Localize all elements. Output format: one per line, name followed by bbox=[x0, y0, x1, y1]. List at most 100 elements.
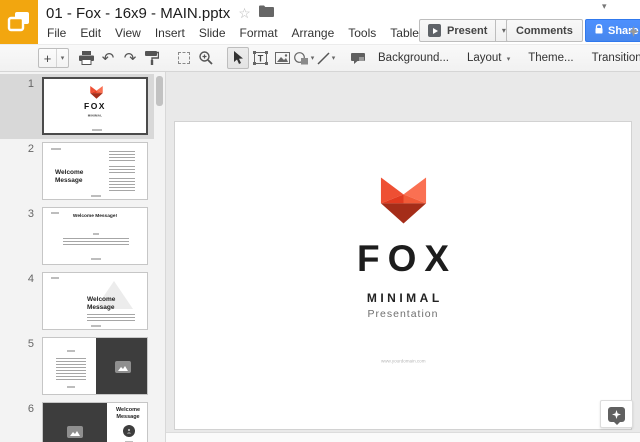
slide-row-1[interactable]: 1 FOX MINIMAL bbox=[0, 74, 154, 139]
thumb-footer-line bbox=[91, 258, 101, 260]
slide-thumbnail-3[interactable]: Welcome Message! bbox=[42, 207, 148, 265]
slide-editor[interactable]: FOX MINIMAL Presentation www.yourdomain.… bbox=[174, 121, 632, 430]
lock-icon bbox=[595, 24, 603, 37]
thumb4-heading: Welcome Message bbox=[87, 296, 125, 312]
present-button-group: Present ▾ bbox=[419, 19, 512, 42]
slides-logo-icon[interactable] bbox=[0, 0, 38, 44]
zoom-icon[interactable] bbox=[195, 47, 217, 69]
layout-button[interactable]: Layout ▾ bbox=[458, 52, 519, 64]
filmstrip-scrollbar[interactable] bbox=[156, 76, 163, 106]
slide-number: 1 bbox=[0, 77, 34, 90]
new-slide-button-group: + ▾ bbox=[38, 48, 69, 68]
slide-footer-text[interactable]: www.yourdomain.com bbox=[381, 359, 426, 364]
background-button[interactable]: Background... bbox=[369, 52, 458, 64]
window-chevron-icon[interactable]: ▾ bbox=[602, 1, 607, 12]
canvas-bottom-strip bbox=[166, 432, 640, 442]
thumb-paragraph bbox=[109, 166, 135, 175]
slide-thumbnail-4[interactable]: Welcome Message bbox=[42, 272, 148, 330]
google-slides-app: 01 - Fox - 16x9 - MAIN.pptx ☆ File Edit … bbox=[0, 0, 640, 442]
thumb2-heading: Welcome Message bbox=[55, 169, 91, 185]
thumb-paragraph bbox=[87, 314, 135, 321]
slide-subtitle-text[interactable]: MINIMAL bbox=[363, 291, 442, 305]
explore-icon bbox=[608, 407, 625, 422]
thumb-footer-line bbox=[92, 129, 102, 131]
canvas: FOX MINIMAL Presentation www.yourdomain.… bbox=[166, 72, 640, 442]
thumb1-title: FOX bbox=[44, 101, 146, 111]
thumb-paragraph bbox=[109, 151, 135, 163]
print-icon[interactable] bbox=[75, 47, 97, 69]
zoom-fit-icon[interactable] bbox=[173, 47, 195, 69]
fox-logo[interactable] bbox=[380, 176, 427, 231]
image-placeholder-icon bbox=[67, 426, 83, 438]
menu-insert[interactable]: Insert bbox=[155, 26, 185, 40]
thumb-footer-line bbox=[67, 386, 75, 388]
theme-button[interactable]: Theme... bbox=[519, 52, 582, 64]
avatar-circle bbox=[123, 425, 135, 437]
slide-row-5[interactable]: 5 bbox=[0, 334, 154, 399]
compass-icon[interactable] bbox=[628, 24, 639, 42]
insert-comment-icon[interactable] bbox=[347, 47, 369, 69]
slide-thumbnail-1[interactable]: FOX MINIMAL bbox=[42, 77, 148, 135]
menu-arrange[interactable]: Arrange bbox=[292, 26, 335, 40]
menu-edit[interactable]: Edit bbox=[80, 26, 101, 40]
text-box-icon[interactable]: T bbox=[249, 47, 271, 69]
svg-text:T: T bbox=[257, 54, 263, 64]
slide-row-4[interactable]: 4 Welcome Message bbox=[0, 269, 154, 334]
thumb3-heading: Welcome Message! bbox=[53, 214, 136, 220]
present-button[interactable]: Present bbox=[419, 19, 496, 42]
thumb1-subtitle: MINIMAL bbox=[70, 115, 121, 118]
image-placeholder-icon bbox=[115, 361, 131, 373]
slide-tagline-text[interactable]: Presentation bbox=[368, 308, 439, 320]
slide-title-text[interactable]: FOX bbox=[349, 238, 457, 280]
thumb6-heading: Welcome Message bbox=[111, 407, 145, 420]
explore-button[interactable] bbox=[600, 400, 633, 428]
slide-number: 4 bbox=[0, 272, 34, 285]
play-icon bbox=[428, 24, 441, 37]
select-tool-icon[interactable] bbox=[227, 47, 249, 69]
slide-thumbnail-5[interactable] bbox=[42, 337, 148, 395]
slide-number: 6 bbox=[0, 402, 34, 415]
slide-thumbnail-2[interactable]: Welcome Message bbox=[42, 142, 148, 200]
thumb-logo-mark bbox=[51, 277, 59, 279]
present-label: Present bbox=[447, 25, 487, 37]
star-icon[interactable]: ☆ bbox=[238, 6, 251, 20]
new-slide-button[interactable]: + bbox=[39, 49, 56, 67]
thumb-footer-line bbox=[91, 325, 101, 327]
image-panel bbox=[43, 403, 107, 442]
slide-thumbnail-6[interactable]: Welcome Message bbox=[42, 402, 148, 442]
paint-format-icon[interactable] bbox=[141, 47, 163, 69]
thumb-paragraph bbox=[109, 178, 135, 191]
slide-number: 5 bbox=[0, 337, 34, 350]
title-row: 01 - Fox - 16x9 - MAIN.pptx ☆ bbox=[46, 4, 274, 22]
header: 01 - Fox - 16x9 - MAIN.pptx ☆ File Edit … bbox=[0, 0, 640, 44]
menubar: File Edit View Insert Slide Format Arran… bbox=[47, 26, 480, 40]
menu-slide[interactable]: Slide bbox=[199, 26, 226, 40]
slide-row-2[interactable]: 2 Welcome Message bbox=[0, 139, 154, 204]
slide-number: 3 bbox=[0, 207, 34, 220]
menu-file[interactable]: File bbox=[47, 26, 66, 40]
new-slide-dropdown[interactable]: ▾ bbox=[56, 49, 68, 67]
thumb-paragraph bbox=[56, 358, 86, 380]
menu-view[interactable]: View bbox=[115, 26, 141, 40]
menu-tools[interactable]: Tools bbox=[348, 26, 376, 40]
insert-shape-icon[interactable]: ▾ bbox=[293, 47, 315, 69]
slide-number: 2 bbox=[0, 142, 34, 155]
thumb-paragraph bbox=[63, 238, 129, 246]
menu-format[interactable]: Format bbox=[240, 26, 278, 40]
comments-button[interactable]: Comments bbox=[506, 19, 583, 42]
content-area: 1 FOX MINIMAL bbox=[0, 72, 640, 442]
undo-icon[interactable]: ↶ bbox=[97, 47, 119, 69]
slide-row-6[interactable]: 6 Welcome Message bbox=[0, 399, 154, 442]
insert-image-icon[interactable] bbox=[271, 47, 293, 69]
transition-button[interactable]: Transition... bbox=[583, 52, 640, 64]
thumb-footer-line bbox=[91, 195, 101, 197]
menu-table[interactable]: Table bbox=[390, 26, 419, 40]
insert-line-icon[interactable]: ▾ bbox=[315, 47, 337, 69]
redo-icon[interactable]: ↷ bbox=[119, 47, 141, 69]
thumb-logo-mark bbox=[51, 148, 61, 150]
toolbar: + ▾ ↶ ↷ T ▾ ▾ bbox=[0, 44, 640, 72]
folder-icon[interactable] bbox=[259, 4, 274, 22]
slide-row-3[interactable]: 3 Welcome Message! bbox=[0, 204, 154, 269]
document-title[interactable]: 01 - Fox - 16x9 - MAIN.pptx bbox=[46, 5, 230, 22]
thumb-divider-line bbox=[93, 233, 99, 235]
